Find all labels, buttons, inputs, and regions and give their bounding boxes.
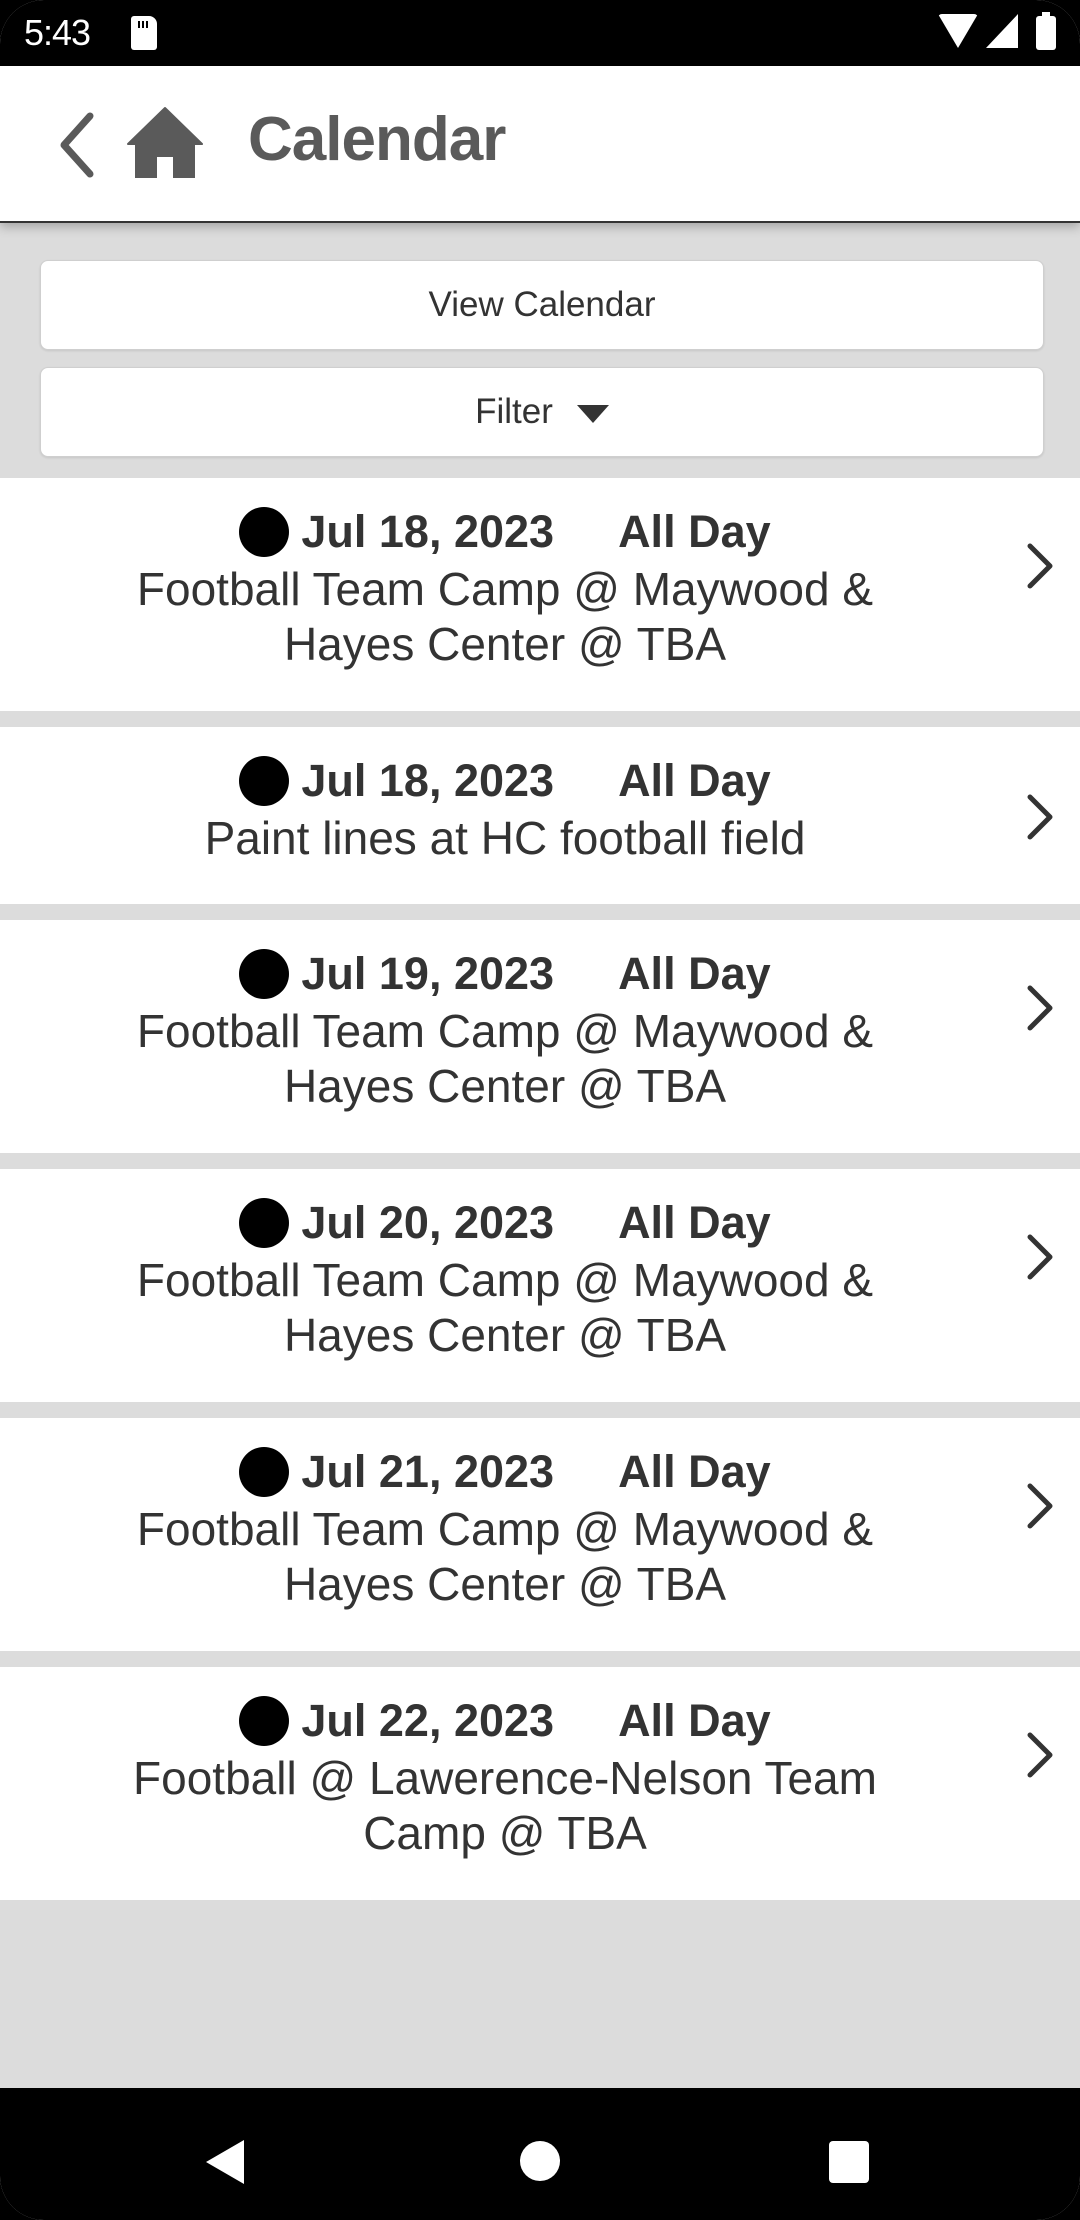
event-time: All Day	[618, 506, 771, 557]
event-item[interactable]: Jul 21, 2023 All Day Football Team Camp @…	[0, 1418, 1080, 1651]
signal-icon	[986, 14, 1018, 48]
event-time: All Day	[618, 755, 771, 806]
status-time: 5:43	[24, 12, 91, 53]
event-date: Jul 18, 2023	[301, 755, 555, 806]
event-date: Jul 18, 2023	[301, 506, 555, 557]
event-title: Football Team Camp @ Maywood & Hayes Cen…	[136, 1254, 874, 1361]
event-dot-icon	[239, 507, 290, 557]
sd-card-icon	[131, 16, 157, 50]
chevron-right-icon	[1027, 985, 1053, 1031]
status-bar: 5:43	[0, 0, 1080, 66]
event-dot-icon	[239, 1447, 290, 1497]
caret-down-icon	[576, 405, 609, 423]
screen: 5:43 Calendar View Calendar Filter Jul 1…	[0, 0, 1080, 2220]
event-title: Football @ Lawerence-Nelson Team Camp @ …	[133, 1752, 877, 1859]
event-date: Jul 21, 2023	[301, 1446, 555, 1497]
event-item[interactable]: Jul 18, 2023 All Day Paint lines at HC fo…	[0, 727, 1080, 904]
event-dot-icon	[239, 756, 290, 806]
chevron-right-icon	[1027, 1234, 1053, 1280]
chevron-left-icon[interactable]	[56, 110, 100, 180]
event-item[interactable]: Jul 22, 2023 All Day Football @ Lawerence…	[0, 1667, 1080, 1900]
event-date: Jul 22, 2023	[301, 1695, 555, 1746]
event-date: Jul 19, 2023	[301, 948, 555, 999]
filter-label: Filter	[475, 392, 553, 431]
event-title: Football Team Camp @ Maywood & Hayes Cen…	[136, 1005, 874, 1112]
event-time: All Day	[618, 1695, 771, 1746]
event-time: All Day	[618, 948, 771, 999]
event-dot-icon	[239, 1696, 290, 1746]
back-triangle-icon[interactable]	[206, 2140, 244, 2184]
event-item[interactable]: Jul 18, 2023 All Day Football Team Camp @…	[0, 478, 1080, 711]
event-title: Football Team Camp @ Maywood & Hayes Cen…	[136, 1503, 874, 1610]
event-time: All Day	[618, 1197, 771, 1248]
wifi-icon	[938, 14, 978, 48]
view-calendar-label: View Calendar	[428, 285, 656, 324]
event-list: Jul 18, 2023 All Day Football Team Camp @…	[0, 478, 1080, 1916]
chevron-right-icon	[1027, 794, 1053, 840]
event-time: All Day	[618, 1446, 771, 1497]
home-circle-icon[interactable]	[520, 2141, 560, 2181]
page-title: Calendar	[248, 105, 506, 174]
chevron-right-icon	[1027, 1732, 1053, 1778]
event-title: Football Team Camp @ Maywood & Hayes Cen…	[136, 563, 874, 670]
event-dot-icon	[239, 1198, 290, 1248]
app-header: Calendar	[0, 66, 1080, 223]
view-calendar-button[interactable]: View Calendar	[40, 260, 1044, 350]
event-item[interactable]: Jul 19, 2023 All Day Football Team Camp @…	[0, 920, 1080, 1153]
chevron-right-icon	[1027, 1483, 1053, 1529]
filter-button[interactable]: Filter	[40, 367, 1044, 457]
event-date: Jul 20, 2023	[301, 1197, 555, 1248]
system-nav-bar	[0, 2088, 1080, 2220]
recents-square-icon[interactable]	[829, 2141, 869, 2183]
event-item[interactable]: Jul 20, 2023 All Day Football Team Camp @…	[0, 1169, 1080, 1402]
chevron-right-icon	[1027, 543, 1053, 589]
battery-icon	[1036, 12, 1056, 50]
event-title: Paint lines at HC football field	[204, 812, 806, 864]
home-icon[interactable]	[126, 106, 204, 178]
event-dot-icon	[239, 949, 290, 999]
